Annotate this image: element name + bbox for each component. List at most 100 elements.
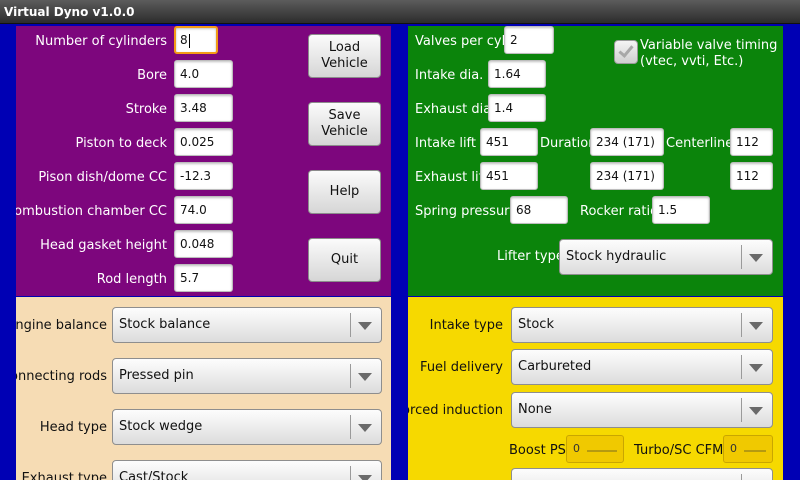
chevron-down-icon [749, 407, 763, 415]
head-type-label: Head type [39, 420, 107, 435]
chevron-down-icon [358, 373, 372, 381]
chevron-down-icon [358, 424, 372, 432]
fuel-delivery-label: Fuel delivery [420, 360, 503, 375]
chevron-down-icon [358, 475, 372, 480]
intake-type-value: Stock [518, 317, 554, 332]
rod-length-input[interactable]: 5.7 [174, 264, 233, 292]
dropdown-divider [741, 245, 742, 269]
piston-to-deck-label: Piston to deck [75, 136, 167, 151]
piston-dish-input[interactable]: -12.3 [174, 162, 233, 190]
dropdown-divider [350, 364, 351, 388]
help-button[interactable]: Help [308, 170, 381, 214]
fuel-delivery-dropdown[interactable]: Carbureted [511, 349, 773, 385]
vvt-label: Variable valve timing (vtec, vvti, Etc.) [640, 38, 778, 69]
lifter-type-label: Lifter type [497, 249, 564, 264]
cylinders-input[interactable]: 8 [174, 26, 218, 54]
duration-label: Duration [540, 136, 597, 151]
turbo-cfm-value: 0 [730, 442, 737, 455]
dropdown-divider [350, 313, 351, 337]
exhaust-type-value: Cast/Stock [119, 470, 189, 480]
forced-induction-dropdown[interactable]: None [511, 392, 773, 428]
exhaust-lift-label: Exhaust lift [415, 170, 489, 185]
forced-induction-value: None [518, 402, 552, 417]
engine-balance-dropdown[interactable]: Stock balance [112, 307, 382, 343]
dropdown-divider [350, 415, 351, 439]
dropdown-divider [741, 398, 742, 422]
valvetrain-panel: Valves per cyl. 2 Variable valve timing … [408, 26, 783, 296]
chevron-down-icon [358, 322, 372, 330]
rod-length-label: Rod length [96, 272, 167, 287]
vvt-checkbox[interactable] [614, 40, 638, 64]
stroke-input[interactable]: 3.48 [174, 94, 233, 122]
chevron-down-icon [749, 322, 763, 330]
intake-dia-input[interactable]: 1.64 [488, 60, 546, 88]
dropdown-divider [741, 355, 742, 379]
save-vehicle-button[interactable]: Save Vehicle [308, 102, 381, 146]
exhaust-type-dropdown[interactable]: Cast/Stock [112, 460, 382, 480]
connecting-rods-label: Connecting rods [16, 369, 107, 384]
combustion-chamber-label: Combustion chamber CC [16, 204, 167, 219]
intake-lift-input[interactable]: 451 [480, 128, 538, 156]
slider-track [587, 450, 617, 452]
dropdown-divider [350, 466, 351, 480]
load-vehicle-button[interactable]: Load Vehicle [308, 34, 381, 78]
lifter-type-value: Stock hydraulic [566, 249, 667, 264]
valves-per-cyl-input[interactable]: 2 [504, 26, 554, 54]
combustion-chamber-input[interactable]: 74.0 [174, 196, 233, 224]
bore-input[interactable]: 4.0 [174, 60, 233, 88]
turbo-cfm-label: Turbo/SC CFM [634, 443, 724, 458]
intake-duration-input[interactable]: 234 (171) [590, 128, 664, 156]
cylinders-value: 8 [180, 33, 188, 47]
boost-psi-label: Boost PSI [509, 443, 570, 458]
spring-pressure-input[interactable]: 68 [510, 196, 568, 224]
slider-track [744, 450, 766, 452]
cylinders-label: Number of cylinders [35, 34, 167, 49]
quit-button[interactable]: Quit [308, 238, 381, 282]
engine-balance-label: Engine balance [16, 318, 107, 333]
boost-psi-value: 0 [573, 442, 580, 455]
stroke-label: Stroke [125, 102, 167, 117]
rocker-ratio-label: Rocker ratio [580, 204, 659, 219]
turbo-cfm-slider[interactable]: 0 [723, 435, 773, 463]
block-options-panel: Engine balance Stock balance Connecting … [16, 297, 391, 480]
exhaust-dia-input[interactable]: 1.4 [488, 94, 546, 122]
lifter-type-dropdown[interactable]: Stock hydraulic [559, 239, 773, 275]
additional-dropdown[interactable] [511, 468, 773, 480]
connecting-rods-value: Pressed pin [119, 368, 194, 383]
exhaust-centerline-input[interactable]: 112 [730, 162, 773, 190]
chevron-down-icon [749, 254, 763, 262]
chevron-down-icon [749, 364, 763, 372]
intake-centerline-input[interactable]: 112 [730, 128, 773, 156]
rocker-ratio-input[interactable]: 1.5 [652, 196, 710, 224]
text-caret [188, 33, 190, 48]
head-gasket-label: Head gasket height [40, 238, 167, 253]
window-title-bar: Virtual Dyno v1.0.0 [0, 0, 800, 24]
piston-dish-label: Pison dish/dome CC [38, 170, 167, 185]
engine-balance-value: Stock balance [119, 317, 211, 332]
intake-type-dropdown[interactable]: Stock [511, 307, 773, 343]
head-type-dropdown[interactable]: Stock wedge [112, 409, 382, 445]
exhaust-type-label: Exhaust type [21, 471, 107, 480]
intake-type-label: Intake type [429, 318, 503, 333]
exhaust-lift-input[interactable]: 451 [480, 162, 538, 190]
forced-induction-label: Forced induction [408, 403, 503, 418]
valves-per-cyl-label: Valves per cyl. [415, 34, 510, 49]
boost-psi-slider[interactable]: 0 [566, 435, 624, 463]
head-type-value: Stock wedge [119, 419, 203, 434]
induction-panel: Intake type Stock Fuel delivery Carburet… [408, 297, 783, 480]
check-icon [618, 42, 634, 58]
piston-to-deck-input[interactable]: 0.025 [174, 128, 233, 156]
intake-dia-label: Intake dia. [415, 68, 484, 83]
fuel-delivery-value: Carbureted [518, 359, 592, 374]
engine-dimensions-panel: Number of cylinders 8 Bore 4.0 Stroke 3.… [16, 26, 391, 296]
head-gasket-input[interactable]: 0.048 [174, 230, 233, 258]
dropdown-divider [741, 313, 742, 337]
centerline-label: Centerline [666, 136, 734, 151]
exhaust-duration-input[interactable]: 234 (171) [590, 162, 664, 190]
intake-lift-label: Intake lift [415, 136, 477, 151]
spring-pressure-label: Spring pressure [415, 204, 518, 219]
window-title: Virtual Dyno v1.0.0 [4, 5, 135, 19]
connecting-rods-dropdown[interactable]: Pressed pin [112, 358, 382, 394]
dropdown-divider [741, 474, 742, 480]
bore-label: Bore [137, 68, 167, 83]
